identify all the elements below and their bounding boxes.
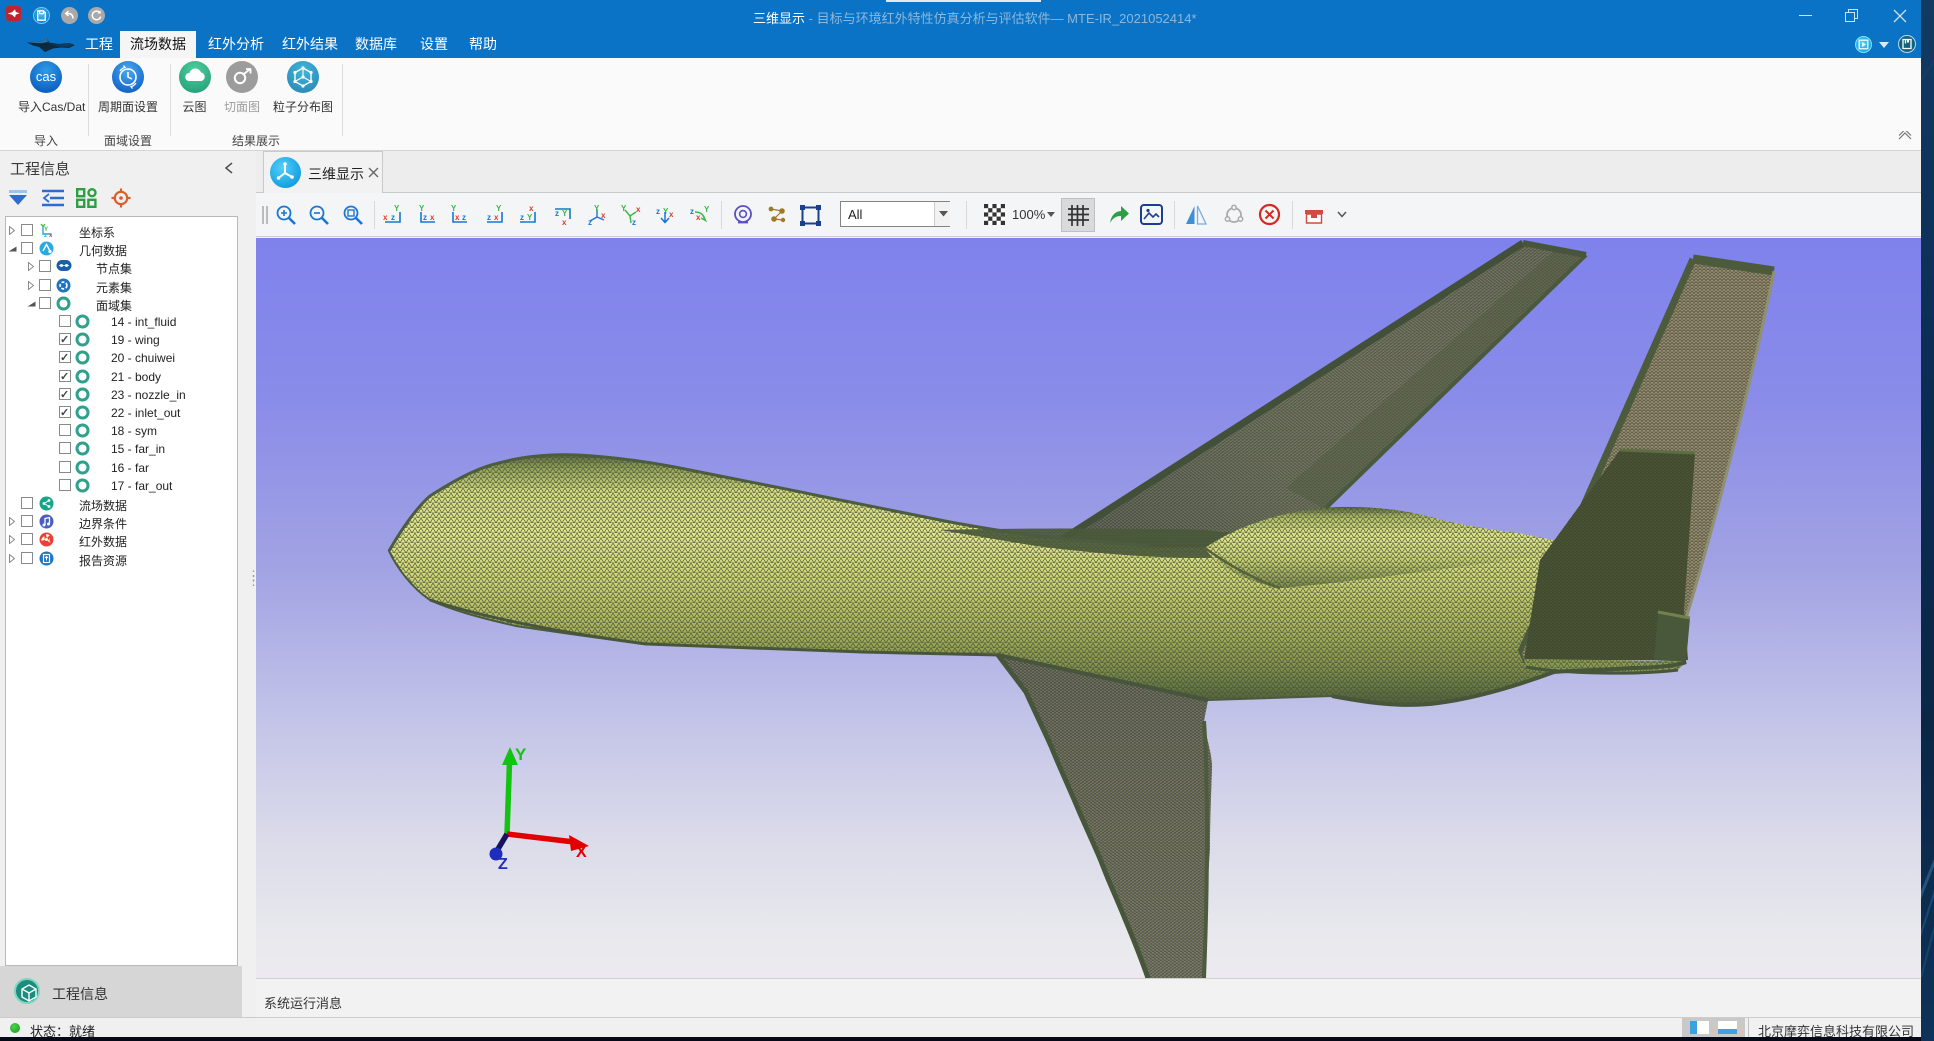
svg-text:Y: Y — [451, 204, 457, 213]
svg-text:z: z — [462, 213, 466, 222]
svg-text:x: x — [430, 213, 435, 222]
svg-text:Y: Y — [527, 213, 533, 222]
svg-text:Y: Y — [419, 204, 425, 213]
svg-text:z: z — [656, 207, 660, 216]
svg-text:x: x — [562, 218, 567, 226]
svg-text:x: x — [529, 204, 534, 213]
svg-text:x: x — [494, 213, 499, 222]
svg-text:z: z — [632, 218, 636, 226]
svg-text:x: x — [455, 213, 460, 222]
svg-text:z: z — [423, 213, 427, 222]
svg-text:Y: Y — [594, 204, 600, 213]
svg-text:z: z — [391, 213, 395, 222]
svg-text:X: X — [576, 844, 587, 861]
svg-text:z: z — [588, 218, 592, 226]
svg-text:x: x — [383, 213, 388, 222]
svg-text:x: x — [669, 210, 674, 219]
svg-text:Y: Y — [621, 204, 627, 213]
svg-text:Z: Z — [498, 856, 508, 873]
svg-text:x: x — [49, 233, 53, 238]
svg-text:Y: Y — [496, 204, 502, 213]
svg-text:z: z — [555, 209, 559, 218]
svg-text:x: x — [601, 211, 606, 220]
svg-text:x: x — [696, 213, 701, 222]
svg-text:z: z — [44, 233, 47, 238]
svg-text:z: z — [487, 213, 491, 222]
svg-text:z: z — [520, 213, 524, 222]
svg-text:Y: Y — [704, 205, 710, 214]
svg-text:z: z — [690, 207, 694, 216]
svg-text:Y: Y — [394, 204, 400, 213]
svg-text:Y: Y — [515, 745, 527, 764]
svg-text:x: x — [636, 205, 641, 214]
svg-text:Y: Y — [562, 209, 568, 218]
